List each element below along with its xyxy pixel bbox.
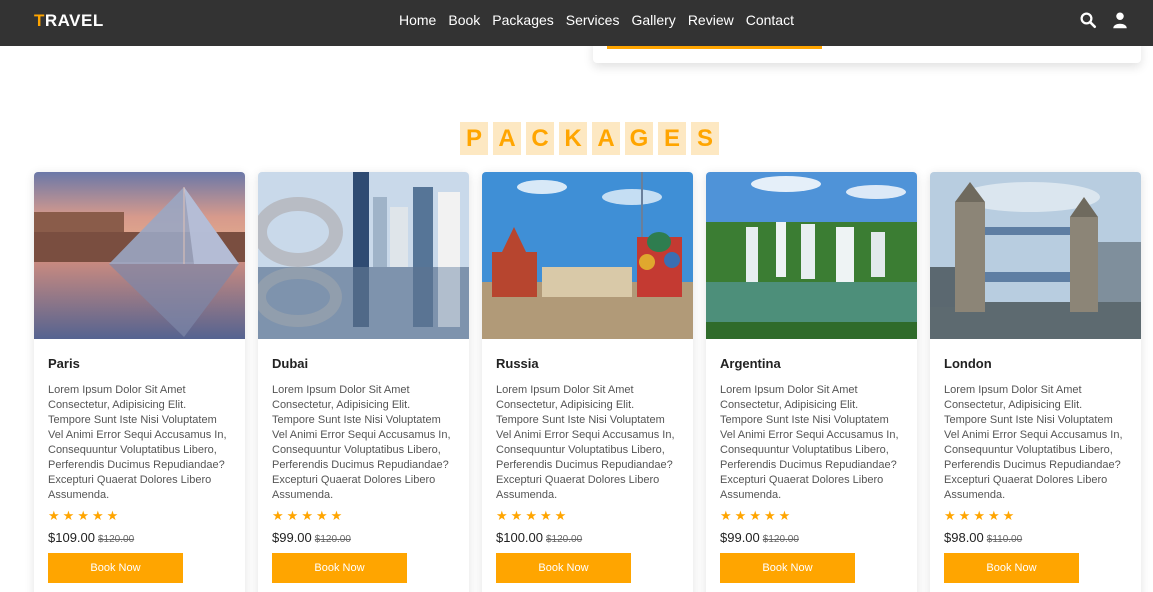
rating-stars: ★ ★ ★ ★ ★ — [720, 508, 903, 524]
current-price: $100.00 — [496, 530, 543, 545]
russia-red-square-image — [482, 172, 693, 339]
section-heading-packages: P A C K A G E S — [460, 122, 719, 155]
nav-services[interactable]: Services — [566, 12, 620, 28]
star-icon: ★ — [720, 508, 732, 523]
old-price: $110.00 — [986, 534, 1023, 545]
submit-button-edge[interactable] — [607, 46, 822, 49]
star-icon: ★ — [286, 508, 299, 523]
argentina-waterfall-image — [706, 172, 917, 339]
star-icon: ★ — [525, 508, 537, 523]
star-icon: ★ — [272, 508, 284, 523]
heading-letter: E — [658, 122, 686, 155]
package-card-paris: Paris Lorem Ipsum Dolor Sit Amet Consect… — [34, 172, 245, 592]
nav-home[interactable]: Home — [399, 12, 436, 28]
nav-review[interactable]: Review — [688, 12, 734, 28]
price: $100.00 $120.00 — [496, 530, 679, 545]
heading-letter: A — [493, 122, 521, 155]
logo-first-letter: T — [34, 11, 45, 30]
price: $99.00 $120.00 — [720, 530, 903, 545]
current-price: $99.00 — [272, 530, 312, 545]
star-icon: ★ — [301, 508, 313, 523]
price: $109.00 $120.00 — [48, 530, 231, 545]
london-tower-bridge-image — [930, 172, 1141, 339]
heading-letter: K — [559, 122, 587, 155]
heading-letter: A — [592, 122, 620, 155]
old-price: $120.00 — [314, 534, 351, 545]
logo[interactable]: TRAVEL — [34, 11, 104, 31]
star-icon: ★ — [1002, 508, 1015, 523]
star-icon: ★ — [973, 508, 985, 523]
paris-louvre-image — [34, 172, 245, 339]
package-title: London — [944, 356, 992, 371]
current-price: $98.00 — [944, 530, 984, 545]
old-price: $120.00 — [98, 534, 135, 545]
package-title: Argentina — [720, 356, 781, 371]
package-card-argentina: Argentina Lorem Ipsum Dolor Sit Amet Con… — [706, 172, 917, 592]
heading-letter: S — [691, 122, 719, 155]
package-description: Lorem Ipsum Dolor Sit Amet Consectetur, … — [720, 384, 899, 501]
package-description: Lorem Ipsum Dolor Sit Amet Consectetur, … — [48, 384, 227, 501]
package-title: Paris — [48, 356, 80, 371]
nav-gallery[interactable]: Gallery — [631, 12, 675, 28]
package-title: Russia — [496, 356, 539, 371]
logo-text: RAVEL — [44, 11, 104, 30]
package-description: Lorem Ipsum Dolor Sit Amet Consectetur, … — [496, 384, 675, 501]
star-icon: ★ — [749, 508, 761, 523]
old-price: $120.00 — [762, 534, 799, 545]
star-icon: ★ — [315, 508, 328, 523]
nav-book[interactable]: Book — [448, 12, 480, 28]
star-icon: ★ — [330, 508, 343, 523]
star-icon: ★ — [496, 508, 508, 523]
star-icon: ★ — [554, 508, 567, 523]
rating-stars: ★ ★ ★ ★ ★ — [48, 508, 231, 524]
site-header: TRAVEL Home Book Packages Services Galle… — [0, 0, 1153, 46]
star-icon: ★ — [510, 508, 523, 523]
star-icon: ★ — [106, 508, 119, 523]
current-price: $109.00 — [48, 530, 95, 545]
star-icon: ★ — [734, 508, 747, 523]
star-icon: ★ — [91, 508, 104, 523]
package-title: Dubai — [272, 356, 309, 371]
rating-stars: ★ ★ ★ ★ ★ — [272, 508, 455, 524]
heading-letter: C — [526, 122, 554, 155]
book-now-button[interactable]: Book Now — [496, 553, 631, 583]
current-price: $99.00 — [720, 530, 760, 545]
star-icon: ★ — [778, 508, 791, 523]
price: $98.00 $110.00 — [944, 530, 1127, 545]
book-now-button[interactable]: Book Now — [48, 553, 183, 583]
star-icon: ★ — [48, 508, 60, 523]
rating-stars: ★ ★ ★ ★ ★ — [944, 508, 1127, 524]
package-card-dubai: Dubai Lorem Ipsum Dolor Sit Amet Consect… — [258, 172, 469, 592]
star-icon: ★ — [944, 508, 956, 523]
package-description: Lorem Ipsum Dolor Sit Amet Consectetur, … — [272, 384, 451, 501]
star-icon: ★ — [77, 508, 89, 523]
book-now-button[interactable]: Book Now — [944, 553, 1079, 583]
star-icon: ★ — [62, 508, 75, 523]
nav-packages[interactable]: Packages — [492, 12, 553, 28]
book-now-button[interactable]: Book Now — [272, 553, 407, 583]
main-nav: Home Book Packages Services Gallery Revi… — [399, 12, 794, 28]
book-now-button[interactable]: Book Now — [720, 553, 855, 583]
package-card-london: London Lorem Ipsum Dolor Sit Amet Consec… — [930, 172, 1141, 592]
nav-contact[interactable]: Contact — [746, 12, 794, 28]
star-icon: ★ — [539, 508, 552, 523]
dubai-skyline-image — [258, 172, 469, 339]
star-icon: ★ — [987, 508, 1000, 523]
heading-letter: G — [625, 122, 653, 155]
header-icons — [1079, 11, 1129, 29]
package-description: Lorem Ipsum Dolor Sit Amet Consectetur, … — [944, 384, 1123, 501]
search-icon[interactable] — [1079, 11, 1097, 29]
user-icon[interactable] — [1111, 11, 1129, 29]
star-icon: ★ — [958, 508, 971, 523]
old-price: $120.00 — [546, 534, 583, 545]
packages-list: Paris Lorem Ipsum Dolor Sit Amet Consect… — [34, 172, 1141, 592]
package-card-russia: Russia Lorem Ipsum Dolor Sit Amet Consec… — [482, 172, 693, 592]
price: $99.00 $120.00 — [272, 530, 455, 545]
heading-letter: P — [460, 122, 488, 155]
star-icon: ★ — [763, 508, 776, 523]
rating-stars: ★ ★ ★ ★ ★ — [496, 508, 679, 524]
